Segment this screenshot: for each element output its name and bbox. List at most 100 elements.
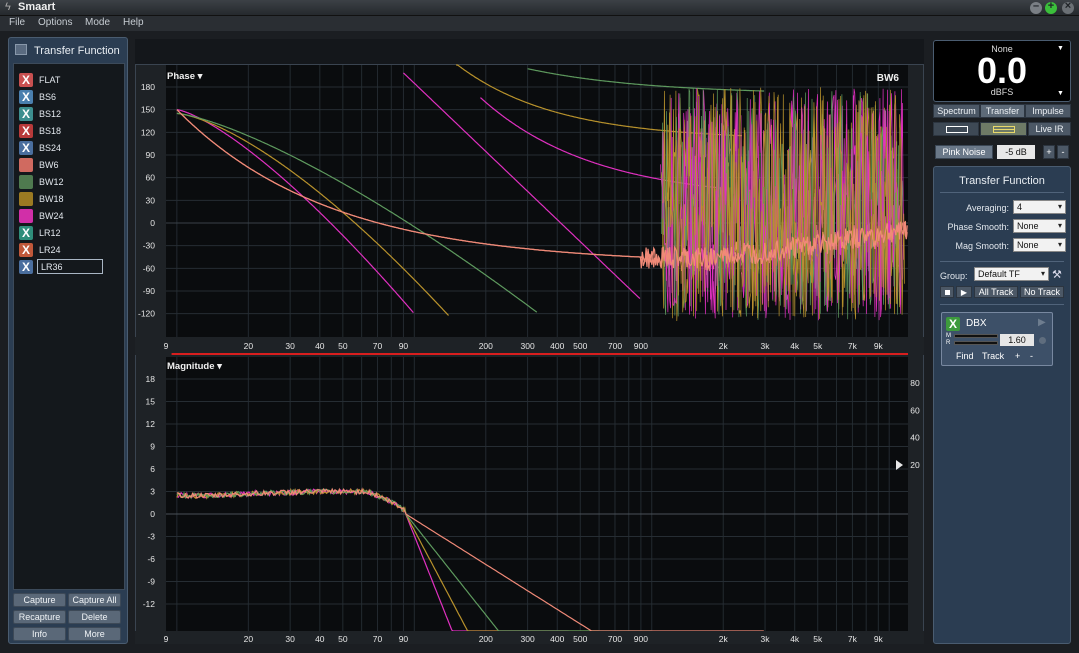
magnitude-plot-title: Magnitude ▾: [167, 361, 223, 372]
trace-color-swatch[interactable]: [19, 175, 33, 189]
trace-item-lr36[interactable]: X LR36: [14, 259, 124, 275]
menu-file[interactable]: File: [9, 17, 25, 28]
chevron-down-icon: ▾: [1057, 202, 1062, 211]
trace-color-swatch[interactable]: X: [19, 226, 33, 240]
graph-canvas[interactable]: 1801501209060300-30-60-90-120Phase ▾ BW69…: [135, 39, 924, 644]
phase-plot[interactable]: 1801501209060300-30-60-90-120Phase ▾ BW69…: [135, 64, 924, 355]
play-icon: ▶: [960, 288, 968, 297]
plus-button[interactable]: +: [1015, 351, 1020, 361]
more-button[interactable]: More: [68, 627, 121, 641]
capture-all-button[interactable]: Capture All: [68, 593, 121, 607]
panel-toggle-checkbox[interactable]: [15, 44, 27, 55]
measurement-toggle[interactable]: X: [946, 317, 960, 331]
trace-color-swatch[interactable]: X: [19, 243, 33, 257]
trace-color-swatch[interactable]: X: [19, 107, 33, 121]
trace-item-bw6[interactable]: BW6: [14, 157, 124, 173]
phase-freq-tick-label: 4k: [790, 341, 800, 351]
phase-y-tick-label: 60: [146, 173, 156, 183]
trace-item-lr12[interactable]: X LR12: [14, 225, 124, 241]
tab-spectrum[interactable]: Spectrum: [933, 104, 980, 118]
delete-button[interactable]: Delete: [68, 610, 121, 624]
no-track-button[interactable]: No Track: [1020, 286, 1064, 298]
split-view-button[interactable]: [980, 122, 1027, 136]
chevron-down-icon: ▾: [1057, 221, 1062, 230]
level-meter[interactable]: None 0.0 dBFS ▼ ▼: [933, 40, 1071, 102]
menu-help[interactable]: Help: [123, 17, 144, 28]
trace-color-swatch[interactable]: [19, 192, 33, 206]
trace-color-swatch[interactable]: [19, 209, 33, 223]
averaging-select[interactable]: 4 ▾: [1013, 200, 1066, 214]
trace-item-bw24[interactable]: BW24: [14, 208, 124, 224]
level-up-button[interactable]: +: [1043, 145, 1055, 159]
tab-transfer[interactable]: Transfer: [980, 104, 1025, 118]
trace-name: BW12: [39, 177, 64, 187]
mag-freq-tick-label: 9: [164, 634, 169, 644]
phase-freq-tick-label: 9: [164, 341, 169, 351]
trace-item-bs12[interactable]: X BS12: [14, 106, 124, 122]
mag-y-tick-label: 15: [146, 397, 156, 407]
play-icon[interactable]: ▶: [1038, 317, 1046, 328]
trace-item-bw18[interactable]: BW18: [14, 191, 124, 207]
tab-impulse[interactable]: Impulse: [1025, 104, 1071, 118]
trace-item-bs6[interactable]: X BS6: [14, 89, 124, 105]
phase-y-tick-label: 0: [150, 218, 155, 228]
mag-freq-tick-label: 700: [608, 634, 622, 644]
close-button[interactable]: ×: [1062, 0, 1074, 14]
mag-freq-tick-label: 900: [634, 634, 648, 644]
trace-item-bw12[interactable]: BW12: [14, 174, 124, 190]
minimize-button[interactable]: –: [1030, 0, 1042, 14]
single-view-button[interactable]: [933, 122, 979, 136]
trace-color-swatch[interactable]: X: [19, 124, 33, 138]
source-dropdown-icon[interactable]: ▼: [1057, 45, 1064, 52]
mag-freq-tick-label: 400: [550, 634, 564, 644]
live-ir-button[interactable]: Live IR: [1028, 122, 1071, 136]
phase-freq-tick-label: 200: [479, 341, 493, 351]
meter-value: 0.0: [976, 50, 1028, 91]
measurement-card-dbx[interactable]: X DBX ▶ MR 1.60 Find Track + -: [941, 312, 1053, 366]
phase-freq-tick-label: 7k: [848, 341, 858, 351]
level-down-button[interactable]: -: [1057, 145, 1069, 159]
trace-item-bs24[interactable]: X BS24: [14, 140, 124, 156]
phase-freq-tick-label: 40: [315, 341, 325, 351]
trace-color-swatch[interactable]: X: [19, 90, 33, 104]
delay-value[interactable]: 1.60: [1000, 334, 1034, 346]
unit-dropdown-icon[interactable]: ▼: [1057, 90, 1064, 97]
trace-name: BS6: [39, 92, 57, 102]
coherence-tick-label: 60: [910, 405, 920, 415]
menu-options[interactable]: Options: [38, 17, 72, 28]
trace-item-lr24[interactable]: X LR24: [14, 242, 124, 258]
find-button[interactable]: Find: [956, 351, 974, 361]
trace-item-bs18[interactable]: X BS18: [14, 123, 124, 139]
phase-freq-tick-label: 900: [634, 341, 648, 351]
trace-color-swatch[interactable]: X: [19, 141, 33, 155]
stop-icon: [944, 290, 950, 295]
mag-y-tick-label: 12: [146, 419, 156, 429]
all-track-button[interactable]: All Track: [974, 286, 1018, 298]
ref-level-bar: [954, 341, 998, 345]
minus-button[interactable]: -: [1030, 351, 1033, 361]
menu-mode[interactable]: Mode: [85, 17, 110, 28]
play-button[interactable]: ▶: [956, 286, 972, 298]
generator-level[interactable]: -5 dB: [997, 145, 1035, 159]
pink-noise-button[interactable]: Pink Noise: [935, 145, 993, 159]
separator: [940, 192, 1064, 193]
transfer-function-panel: Transfer Function X FLAT X BS6 X BS12 X BS18 X BS…: [8, 37, 128, 644]
info-button[interactable]: Info: [13, 627, 66, 641]
maximize-button[interactable]: +: [1045, 0, 1057, 14]
trace-name: LR12: [39, 228, 61, 238]
capture-button[interactable]: Capture: [13, 593, 66, 607]
magnitude-plot[interactable]: 1815129630-3-6-9-1280604020Magnitude ▾9 2…: [135, 357, 924, 644]
group-select[interactable]: Default TF ▾: [974, 267, 1049, 281]
trace-color-swatch[interactable]: X: [19, 260, 33, 274]
trace-item-flat[interactable]: X FLAT: [14, 72, 124, 88]
track-button[interactable]: Track: [982, 351, 1004, 361]
mag-smooth-select[interactable]: None ▾: [1013, 238, 1066, 252]
phase-smooth-select[interactable]: None ▾: [1013, 219, 1066, 233]
tools-icon[interactable]: ⚒: [1052, 268, 1062, 281]
trace-color-swatch[interactable]: [19, 158, 33, 172]
coherence-tick-label: 40: [910, 433, 920, 443]
recapture-button[interactable]: Recapture: [13, 610, 66, 624]
trace-name[interactable]: LR36: [37, 259, 103, 274]
trace-color-swatch[interactable]: X: [19, 73, 33, 87]
stop-button[interactable]: [940, 286, 954, 298]
